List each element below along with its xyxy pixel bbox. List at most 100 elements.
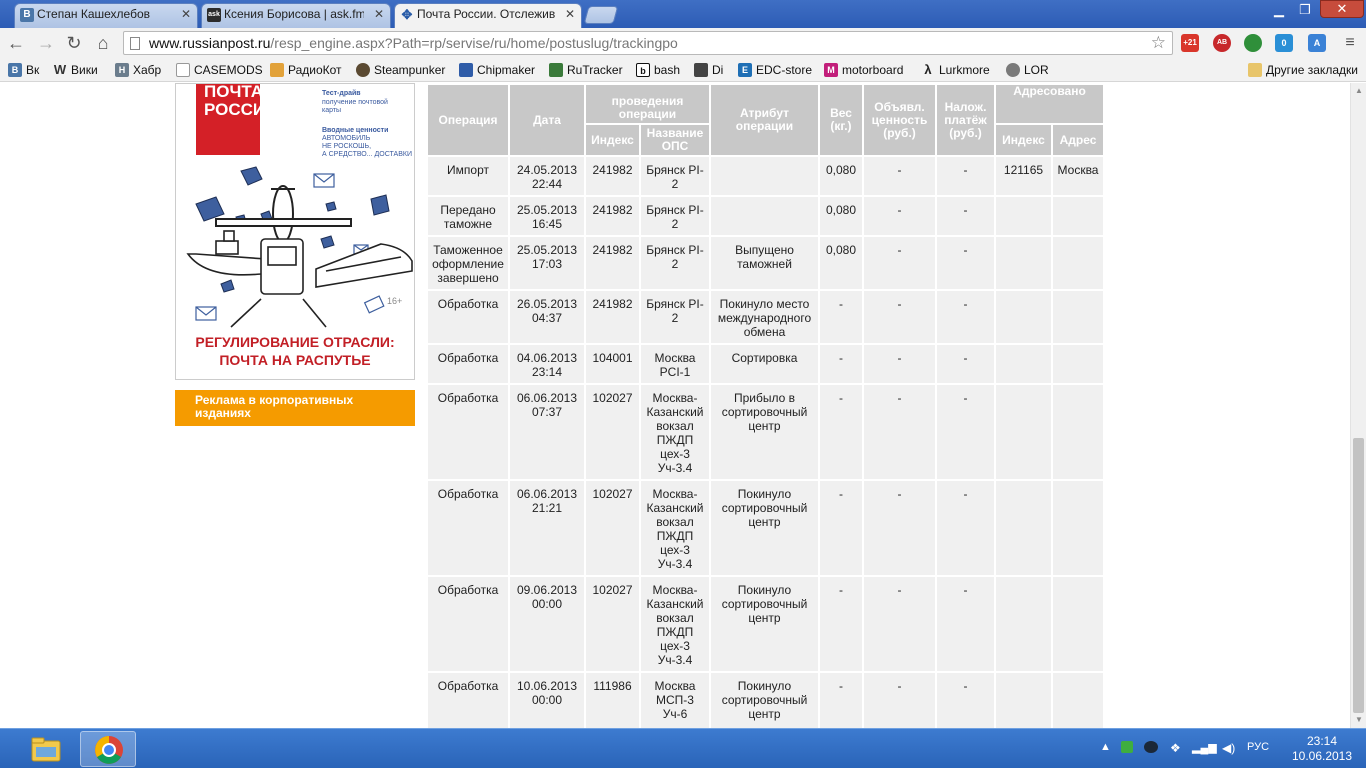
russianpost-icon: ✥ <box>401 7 413 22</box>
ad-note: Вводные ценности <box>322 127 389 134</box>
corporate-ads-link[interactable]: Реклама в корпоративных изданиях <box>175 390 415 426</box>
table-row: Обработка 04.06.2013 23:14 104001 Москва… <box>428 345 1103 383</box>
close-tab-icon[interactable]: ✕ <box>181 4 191 25</box>
show-hidden-icons[interactable]: ▲ <box>1100 741 1111 753</box>
header-operation[interactable]: Операция <box>428 85 508 155</box>
cell-cod: - <box>937 197 994 235</box>
cat-icon <box>270 63 284 77</box>
cell-operation: Обработка <box>428 673 508 728</box>
adblock-icon[interactable]: AB <box>1213 34 1231 52</box>
cell-addr-address <box>1053 577 1103 671</box>
scroll-thumb[interactable] <box>1353 438 1364 713</box>
folder-icon <box>31 737 61 762</box>
cell-attribute: Выпущено таможней <box>711 237 818 289</box>
close-window-icon[interactable]: ✕ <box>1320 0 1364 18</box>
bookmark-wiki[interactable]: W Вики <box>53 62 98 78</box>
cell-index: 241982 <box>586 291 639 343</box>
steam-icon[interactable] <box>1144 741 1158 753</box>
scroll-down-icon[interactable]: ▼ <box>1351 712 1366 728</box>
network-icon[interactable]: ▂▄▆ <box>1192 741 1217 754</box>
tab-vk[interactable]: B Степан Кашехлебов ✕ <box>14 3 198 28</box>
tab-title: Степан Кашехлебов <box>37 7 150 21</box>
page-content: ПОЧТА РОССИИ Тест-драйв получение почтов… <box>0 83 1350 728</box>
vertical-scrollbar[interactable]: ▲ ▼ <box>1350 83 1366 728</box>
cell-index: 104001 <box>586 345 639 383</box>
header-declared-value[interactable]: Объявл. ценность (руб.) <box>864 85 935 155</box>
reload-icon[interactable]: ↻ <box>64 33 84 53</box>
bookmark-lor[interactable]: LOR <box>1006 62 1049 78</box>
bookmark-motorboard[interactable]: Mmotorboard <box>824 62 903 78</box>
bookmark-vk[interactable]: B Вк <box>8 62 39 78</box>
magazine-ad[interactable]: ПОЧТА РОССИИ Тест-драйв получение почтов… <box>175 83 415 380</box>
gear-icon <box>356 63 370 77</box>
cell-addr-address <box>1053 197 1103 235</box>
header-addr-index[interactable]: Индекс <box>996 125 1051 155</box>
russianpost-logo: ПОЧТА РОССИИ <box>196 84 277 155</box>
chrome-taskbar-button[interactable] <box>80 731 136 767</box>
skype-icon[interactable]: 0 <box>1275 34 1293 52</box>
bookmark-radiokot[interactable]: РадиоКот <box>270 62 342 78</box>
tab-russianpost[interactable]: ✥ Почта России. Отслежив ✕ <box>394 3 582 29</box>
table-row: Передано таможне 25.05.2013 16:45 241982… <box>428 197 1103 235</box>
bookmark-casemods[interactable]: CASEMODS <box>176 62 263 78</box>
bookmark-rutracker[interactable]: RuTracker <box>549 62 623 78</box>
cell-ops-name: Москва-Казанский вокзал ПЖДП цех-3 Уч-3.… <box>641 385 709 479</box>
file-explorer-button[interactable] <box>18 731 74 767</box>
menu-icon[interactable]: ≡ <box>1340 33 1360 53</box>
header-index[interactable]: Индекс <box>586 125 639 155</box>
volume-icon[interactable]: ◀) <box>1222 741 1235 755</box>
cell-date: 10.06.2013 00:00 <box>510 673 584 728</box>
cell-attribute: Покинуло сортировочный центр <box>711 673 818 728</box>
back-icon[interactable]: ← <box>6 33 26 53</box>
system-clock[interactable]: 23:14 10.06.2013 <box>1282 734 1362 764</box>
bookmark-chipmaker[interactable]: Chipmaker <box>459 62 535 78</box>
header-cod[interactable]: Налож. платёж (руб.) <box>937 85 994 155</box>
cell-operation: Передано таможне <box>428 197 508 235</box>
cell-addr-address <box>1053 291 1103 343</box>
header-attribute[interactable]: Атрибут операции <box>711 85 818 155</box>
minimize-icon[interactable]: ▁ <box>1268 2 1290 20</box>
shield-icon[interactable] <box>1121 741 1133 753</box>
language-indicator[interactable]: РУС <box>1247 741 1269 753</box>
ad-note: Тест-драйв <box>322 90 361 97</box>
ad-note: А СРЕДСТВО... ДОСТАВКИ <box>322 151 413 158</box>
url-text[interactable]: www.russianpost.ru/resp_engine.aspx?Path… <box>149 35 678 51</box>
bookmark-habr[interactable]: H Хабр <box>115 62 161 78</box>
home-icon[interactable]: ⌂ <box>93 33 113 53</box>
dropbox-icon[interactable]: ❖ <box>1170 741 1181 755</box>
cell-addr-index <box>996 237 1051 289</box>
header-addr-address[interactable]: Адрес <box>1053 125 1103 155</box>
bookmark-star-icon[interactable]: ☆ <box>1151 33 1166 53</box>
table-row: Импорт 24.05.2013 22:44 241982 Брянск PI… <box>428 157 1103 195</box>
close-tab-icon[interactable]: ✕ <box>374 4 384 25</box>
close-tab-icon[interactable]: ✕ <box>565 4 575 25</box>
bookmark-di[interactable]: Di <box>694 62 723 78</box>
cell-addr-address <box>1053 345 1103 383</box>
new-tab-button[interactable] <box>583 6 619 24</box>
tab-askfm[interactable]: ask Ксения Борисова | ask.fm ✕ <box>201 3 391 28</box>
cell-addr-index <box>996 345 1051 383</box>
other-bookmarks[interactable]: Другие закладки <box>1248 62 1358 78</box>
header-weight[interactable]: Вес (кг.) <box>820 85 862 155</box>
cell-date: 24.05.2013 22:44 <box>510 157 584 195</box>
cell-addr-address <box>1053 237 1103 289</box>
cell-cod: - <box>937 157 994 195</box>
counter-badge-icon[interactable]: +21 <box>1181 34 1199 52</box>
cell-index: 102027 <box>586 385 639 479</box>
bookmark-edc-store[interactable]: E EDC-store <box>738 62 812 78</box>
cell-declared: - <box>864 291 935 343</box>
address-bar[interactable]: www.russianpost.ru/resp_engine.aspx?Path… <box>123 31 1173 55</box>
rss-icon[interactable] <box>1244 34 1262 52</box>
cell-declared: - <box>864 577 935 671</box>
header-ops-name[interactable]: Название ОПС <box>641 125 709 155</box>
scroll-up-icon[interactable]: ▲ <box>1351 83 1366 99</box>
bookmark-lurkmore[interactable]: λ Lurkmore <box>921 62 989 78</box>
forward-icon[interactable]: → <box>36 33 56 53</box>
cell-operation: Обработка <box>428 291 508 343</box>
header-date[interactable]: Дата <box>510 85 584 155</box>
bookmark-bash[interactable]: b bash <box>636 62 680 78</box>
cell-attribute: Покинуло место международного обмена <box>711 291 818 343</box>
restore-icon[interactable]: ❐ <box>1294 2 1316 20</box>
translate-icon[interactable]: A <box>1308 34 1326 52</box>
bookmark-steampunker[interactable]: Steampunker <box>356 62 445 78</box>
